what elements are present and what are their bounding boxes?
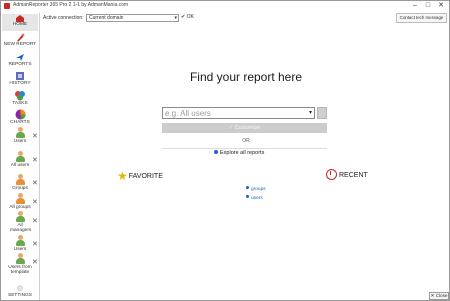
connection-value: Current domain (89, 15, 124, 21)
quick-link-users[interactable]: users (246, 194, 266, 203)
user-icon (15, 211, 25, 223)
sidebar-item-tasks[interactable]: TASKS (2, 90, 38, 106)
bullet-icon (246, 195, 249, 198)
close-tab-icon[interactable]: ✕ (32, 199, 38, 206)
gear-icon: ⚙ (16, 284, 24, 293)
chevron-down-icon: ▾ (174, 15, 177, 21)
favorite-label: FAVORITE (128, 173, 163, 180)
app-window: AdmanReporter 365 Pro 2 1-1 by AdmanMani… (0, 0, 450, 301)
connection-ok-label: OK (186, 14, 194, 20)
connection-ok-button[interactable]: ✔ OK (181, 14, 194, 20)
report-search-input[interactable]: e.g. All users ▾ (162, 107, 315, 119)
explore-all-reports-link[interactable]: Explore all reports (214, 150, 264, 156)
search-side-button[interactable] (317, 107, 327, 119)
close-tab-icon[interactable]: ✕ (32, 259, 38, 266)
quick-link-groups[interactable]: groups (246, 185, 266, 194)
quick-links: groups users (246, 185, 266, 203)
divider (162, 148, 327, 149)
pie-chart-icon (15, 109, 25, 120)
minimize-button[interactable]: – (409, 1, 421, 10)
tasks-icon (15, 91, 25, 101)
page-title: Find your report here (189, 70, 303, 84)
sidebar-item-home[interactable]: HOME (2, 14, 38, 31)
user-icon (15, 235, 25, 247)
quick-link-label: users (251, 196, 263, 201)
sidebar-item-label: HISTORY (9, 81, 31, 86)
sidebar-item-new-report[interactable]: NEW REPORT (2, 33, 38, 47)
sidebar: HOME NEW REPORT REPORTS HISTORY TASKS CH… (1, 13, 40, 300)
connection-select[interactable]: Current domain ▾ (86, 14, 179, 22)
sidebar-item-label: REPORTS (8, 62, 32, 67)
search-placeholder: e.g. All users (165, 109, 211, 118)
app-icon (4, 3, 10, 9)
customize-button[interactable]: ✓ Customize (162, 123, 327, 133)
send-icon (16, 54, 24, 61)
new-report-icon (17, 33, 25, 42)
sidebar-item-history[interactable]: HISTORY (2, 71, 38, 86)
star-icon: ★ (117, 169, 128, 183)
connection-label: Active connection: (43, 15, 84, 21)
check-icon: ✔ (181, 14, 186, 20)
sidebar-item-label: CHARTS (10, 120, 30, 125)
close-tab-icon[interactable]: ✕ (32, 241, 38, 248)
user-icon (15, 253, 25, 265)
connection-bar: Active connection: Current domain ▾ ✔ OK… (1, 12, 449, 24)
clock-icon (326, 169, 337, 180)
or-separator: OR (242, 138, 250, 144)
explore-label: Explore all reports (220, 150, 265, 156)
sidebar-tab-label: All managers (10, 223, 32, 233)
sidebar-item-label: TASKS (12, 101, 28, 106)
close-tab-icon[interactable]: ✕ (32, 218, 38, 225)
recent-label: RECENT (339, 172, 368, 179)
history-icon (16, 72, 24, 80)
close-tab-icon[interactable]: ✕ (32, 133, 38, 140)
title-bar: AdmanReporter 365 Pro 2 1-1 by AdmanMani… (1, 1, 449, 11)
sidebar-item-charts[interactable]: CHARTS (2, 109, 38, 125)
sidebar-item-label: NEW REPORT (3, 42, 37, 47)
close-tab-icon[interactable]: ✕ (32, 180, 38, 187)
favorite-section[interactable]: ★FAVORITE (117, 169, 163, 183)
group-icon (15, 174, 25, 186)
user-icon (15, 151, 25, 163)
bullet-icon (246, 186, 249, 189)
user-icon (15, 127, 25, 139)
sidebar-tab-label: Users from template (8, 265, 32, 275)
sidebar-item-label: SETTINGS (8, 293, 32, 298)
sidebar-item-reports[interactable]: REPORTS (2, 53, 38, 67)
contact-button[interactable]: Contact tech message (396, 13, 447, 23)
window-title: AdmanReporter 365 Pro 2 1-1 by AdmanMani… (13, 2, 129, 8)
radio-dot-icon (214, 150, 218, 154)
close-window-button[interactable]: ✕ (435, 1, 447, 10)
close-tab-icon[interactable]: ✕ (32, 157, 38, 164)
sidebar-item-label: HOME (12, 22, 28, 27)
sidebar-item-settings[interactable]: ⚙ SETTINGS (2, 284, 38, 299)
close-button[interactable]: ✕ Close (429, 292, 449, 300)
chevron-down-icon: ▾ (308, 110, 312, 116)
home-icon (16, 15, 24, 22)
quick-link-label: groups (251, 187, 266, 192)
group-icon (15, 193, 25, 205)
recent-section[interactable]: RECENT (326, 169, 368, 180)
maximize-button[interactable]: □ (422, 1, 434, 10)
